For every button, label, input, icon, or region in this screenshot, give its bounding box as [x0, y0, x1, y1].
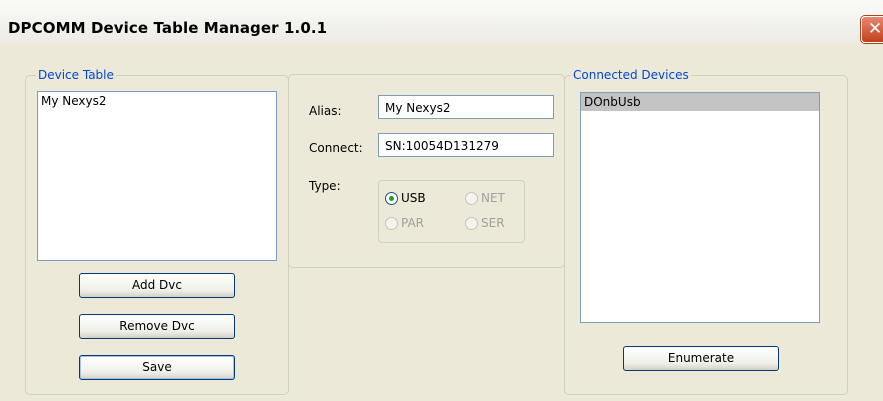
remove-device-button[interactable]: Remove Dvc [79, 314, 235, 339]
type-radio-group: USB NET PAR SER [378, 180, 525, 243]
radio-icon [465, 217, 478, 230]
alias-field[interactable]: My Nexys2 [378, 95, 554, 119]
device-table-legend: Device Table [36, 68, 116, 82]
radio-net[interactable]: NET [465, 191, 505, 205]
save-button[interactable]: Save [79, 355, 235, 380]
connect-label: Connect: [309, 141, 363, 155]
radio-checked-icon [385, 192, 398, 205]
client-area: Device Table My Nexys2 Add Dvc Remove Dv… [8, 44, 883, 401]
app-window: DPCOMM Device Table Manager 1.0.1 ✕ Devi… [0, 0, 883, 401]
device-table-list[interactable]: My Nexys2 [37, 91, 277, 261]
radio-par-label: PAR [401, 216, 425, 230]
add-device-button[interactable]: Add Dvc [79, 273, 235, 298]
radio-ser[interactable]: SER [465, 216, 505, 230]
list-item[interactable]: My Nexys2 [38, 92, 276, 110]
connected-devices-legend: Connected Devices [571, 68, 691, 82]
title-bar[interactable]: DPCOMM Device Table Manager 1.0.1 ✕ [0, 0, 883, 45]
radio-net-label: NET [481, 191, 505, 205]
radio-usb[interactable]: USB [385, 191, 426, 205]
close-icon[interactable]: ✕ [861, 16, 883, 43]
alias-label: Alias: [309, 104, 342, 118]
radio-icon [385, 217, 398, 230]
connected-devices-list[interactable]: DOnbUsb [580, 92, 820, 323]
connected-devices-group: Connected Devices DOnbUsb Enumerate [564, 68, 848, 395]
list-item[interactable]: DOnbUsb [581, 93, 819, 111]
connect-field[interactable]: SN:10054D131279 [378, 133, 554, 157]
device-table-group: Device Table My Nexys2 Add Dvc Remove Dv… [25, 68, 289, 395]
radio-ser-label: SER [481, 216, 505, 230]
type-label: Type: [309, 179, 341, 193]
radio-par[interactable]: PAR [385, 216, 424, 230]
device-details-panel: Alias: My Nexys2 Connect: SN:10054D13127… [288, 74, 565, 268]
radio-icon [465, 192, 478, 205]
radio-usb-label: USB [401, 191, 426, 205]
enumerate-button[interactable]: Enumerate [623, 346, 779, 371]
window-title: DPCOMM Device Table Manager 1.0.1 [8, 19, 328, 37]
